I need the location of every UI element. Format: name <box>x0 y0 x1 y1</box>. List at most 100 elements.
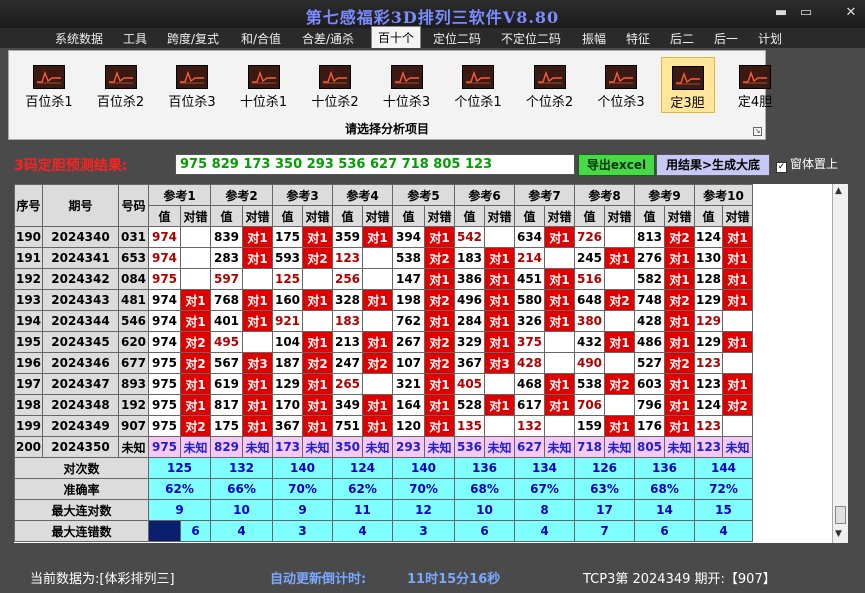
tool-button-5[interactable]: 十位杀2 <box>303 57 367 113</box>
tool-button-6[interactable]: 十位杀3 <box>375 57 439 113</box>
ref-value: 129 <box>694 289 723 311</box>
menu-item-position[interactable]: 百十个 <box>371 26 422 48</box>
export-excel-button[interactable]: 导出excel <box>578 154 655 176</box>
data-grid[interactable]: 序号 期号 号码 参考1 参考2 参考3 参考4 参考5 参考6 参考7 参考8 参考9 参考10 值对错… <box>14 184 832 543</box>
tool-button-9[interactable]: 个位杀3 <box>589 57 653 113</box>
selected-cell[interactable] <box>148 520 181 542</box>
menu-item-sum[interactable]: 和/合值 <box>241 30 281 47</box>
ref-value: 283 <box>210 247 243 269</box>
close-icon[interactable]: ✕ <box>840 5 862 20</box>
ref-header[interactable]: 参考6 <box>454 184 515 206</box>
ref-result: 对1 <box>242 373 273 395</box>
ref-result: 对1 <box>180 373 211 395</box>
ref-result: 对1 <box>544 289 575 311</box>
ref-value: 107 <box>392 352 425 374</box>
table-row[interactable]: 196 2024346 677 975 对2 567 对3 187 对2 247 对2 107 对2 36… <box>14 352 753 374</box>
table-row[interactable]: 191 2024341 653 974 283 对1 593 对2 123 538 对2 183 对1 2… <box>14 247 753 269</box>
ref-value: 975 <box>148 352 181 374</box>
ribbon-launcher-icon[interactable]: ↘ <box>753 127 762 136</box>
menu-item-plan[interactable]: 计划 <box>758 30 782 47</box>
stat-value: 14 <box>634 499 695 521</box>
tool-button-10[interactable]: 定3胆 <box>660 57 715 113</box>
row-number: 893 <box>118 373 149 395</box>
ref-header[interactable]: 参考3 <box>272 184 333 206</box>
ref-result: 对1 <box>302 226 333 248</box>
ref-result: 未知 <box>604 436 635 458</box>
tool-button-1[interactable]: 百位杀1 <box>17 57 81 113</box>
generate-base-button[interactable]: 用结果>生成大底 <box>656 154 770 176</box>
checkbox-icon[interactable]: ✓ <box>776 162 787 173</box>
scroll-down-icon[interactable]: ▼ <box>835 529 842 539</box>
chart-icon <box>671 66 704 90</box>
ref-header[interactable]: 参考4 <box>332 184 393 206</box>
row-no: 193 <box>14 289 43 311</box>
ref-result: 未知 <box>362 436 393 458</box>
ref-value: 542 <box>454 226 485 248</box>
ref-header[interactable]: 参考8 <box>574 184 635 206</box>
ref-value: 975 <box>148 268 181 290</box>
menu-item-fixed-two[interactable]: 定位二码 <box>433 30 481 47</box>
ref-header[interactable]: 参考9 <box>634 184 695 206</box>
col-header[interactable]: 序号 <box>14 184 43 227</box>
ref-header[interactable]: 参考10 <box>694 184 753 206</box>
ref-header[interactable]: 参考5 <box>392 184 455 206</box>
tool-button-7[interactable]: 个位杀1 <box>446 57 510 113</box>
tool-button-3[interactable]: 百位杀3 <box>160 57 224 113</box>
table-row[interactable]: 195 2024345 620 974 对2 495 104 对1 213 对1 267 对2 329 对… <box>14 331 753 353</box>
table-row-pending[interactable]: 200 2024350 未知 975 未知 829 未知 173 未知 350 未知 293 未知 536… <box>14 436 753 458</box>
col-header[interactable]: 期号 <box>42 184 119 227</box>
row-number: 481 <box>118 289 149 311</box>
tool-button-8[interactable]: 个位杀2 <box>518 57 582 113</box>
result-subheader: 对错 <box>484 205 515 227</box>
ref-result: 对2 <box>180 331 211 353</box>
menu-item-last-one[interactable]: 后一 <box>714 30 738 47</box>
vertical-scrollbar[interactable]: ▲ ▼ <box>832 184 848 543</box>
ref-value: 159 <box>574 415 605 437</box>
ref-result: 未知 <box>302 436 333 458</box>
menu-item-last-two[interactable]: 后二 <box>670 30 694 47</box>
table-row[interactable]: 192 2024342 084 975 597 125 256 147 对1 386 对1 451 对1… <box>14 268 753 290</box>
ref-value: 267 <box>392 331 425 353</box>
table-row[interactable]: 197 2024347 893 975 对1 619 对1 129 对1 265 321 对1 405 4… <box>14 373 753 395</box>
maximize-icon[interactable]: ▭ <box>795 5 817 20</box>
menu-item-span[interactable]: 跨度/复式 <box>167 30 219 47</box>
countdown-value: 11时15分16秒 <box>407 572 501 587</box>
tool-button-2[interactable]: 百位杀2 <box>89 57 153 113</box>
table-row[interactable]: 199 2024349 907 975 对2 175 对1 367 对1 751 对1 120 对1 13… <box>14 415 753 437</box>
menu-item-diff-kill[interactable]: 合差/通杀 <box>302 30 354 47</box>
row-issue: 2024344 <box>42 310 119 332</box>
menu-item-tools[interactable]: 工具 <box>123 30 147 47</box>
table-row[interactable]: 198 2024348 192 975 对1 817 对1 170 对1 349 对1 164 对1 52… <box>14 394 753 416</box>
table-row[interactable]: 190 2024340 031 974 839 对1 175 对1 359 对1 394 对1 542 6… <box>14 226 753 248</box>
prediction-result-field[interactable]: 975 829 173 350 293 536 627 718 805 123 <box>175 154 575 175</box>
stat-value: 66% <box>210 478 273 500</box>
tool-button-11[interactable]: 定4胆 <box>732 57 778 113</box>
row-issue: 2024342 <box>42 268 119 290</box>
tool-button-4[interactable]: 十位杀1 <box>232 57 296 113</box>
ref-value: 975 <box>148 394 181 416</box>
result-subheader: 对错 <box>242 205 273 227</box>
menu-item-unfixed-two[interactable]: 不定位二码 <box>501 30 561 47</box>
row-issue: 2024347 <box>42 373 119 395</box>
ref-header[interactable]: 参考1 <box>148 184 211 206</box>
ref-header[interactable]: 参考2 <box>210 184 273 206</box>
menu-item-features[interactable]: 特征 <box>626 30 650 47</box>
ref-result: 对1 <box>722 226 753 248</box>
ref-header[interactable]: 参考7 <box>514 184 575 206</box>
table-row[interactable]: 193 2024343 481 974 对1 768 对1 160 对1 328 对1 198 对2 49… <box>14 289 753 311</box>
window-ontop-checkbox[interactable]: ✓ 窗体置上 <box>776 155 838 173</box>
ref-value: 380 <box>574 310 605 332</box>
scroll-up-icon[interactable]: ▲ <box>835 186 842 196</box>
menu-item-amplitude[interactable]: 振幅 <box>582 30 606 47</box>
stat-label: 最大连错数 <box>14 520 149 542</box>
col-header[interactable]: 号码 <box>118 184 149 227</box>
stat-value: 62% <box>148 478 211 500</box>
result-subheader: 对错 <box>424 205 455 227</box>
minimize-icon[interactable]: ▬ <box>770 5 792 20</box>
row-number: 653 <box>118 247 149 269</box>
ref-result: 对1 <box>544 373 575 395</box>
table-row[interactable]: 194 2024344 546 974 对1 401 对1 921 183 762 对1 284 对1 3… <box>14 310 753 332</box>
menu-item-system-data[interactable]: 系统数据 <box>55 30 103 47</box>
scroll-thumb[interactable] <box>835 506 846 524</box>
ref-value: 349 <box>332 394 363 416</box>
